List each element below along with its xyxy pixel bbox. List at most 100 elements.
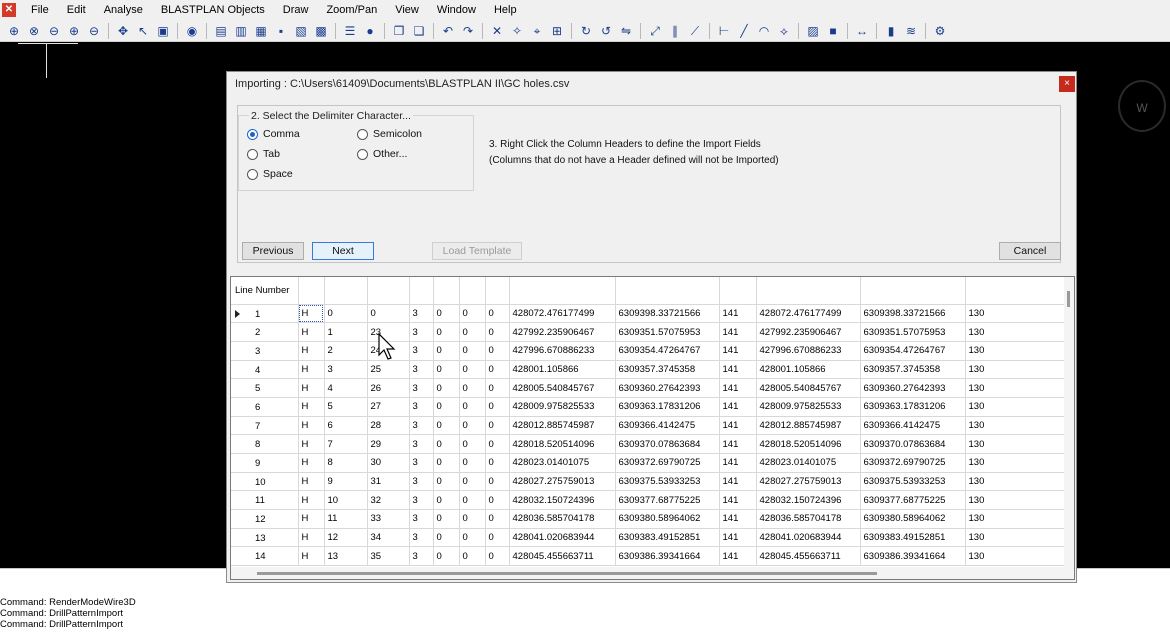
menu-view[interactable]: View	[386, 0, 428, 20]
table-cell[interactable]: 6309386.39341664	[860, 546, 966, 567]
table-cell[interactable]: 141	[719, 490, 757, 511]
table-cell[interactable]: 130	[965, 360, 1065, 380]
table-row[interactable]: 4 H 3 25 3 0 0 0 428001.105866 6309357.3745358 141…	[231, 360, 1065, 380]
zoom-in-icon[interactable]: ⊕	[66, 23, 82, 39]
table-cell[interactable]: 427992.235906467	[509, 322, 616, 342]
table-cell[interactable]: 428045.455663711	[509, 546, 616, 567]
table-cell[interactable]: 130	[965, 378, 1065, 398]
table-cell[interactable]: 0	[433, 509, 460, 529]
table-cell[interactable]: 428005.540845767	[509, 378, 616, 398]
table-row[interactable]: 1 H 0 0 3 0 0 0 428072.476177499 6309398.33721566…	[231, 304, 1065, 324]
table-cell[interactable]: 0	[459, 546, 486, 567]
table-cell[interactable]: 130	[965, 528, 1065, 548]
table-cell[interactable]: 428012.885745987	[509, 416, 616, 436]
row-header[interactable]: 7	[231, 416, 299, 436]
table-cell[interactable]: 29	[367, 434, 410, 454]
mirror-icon[interactable]: ⇋	[618, 23, 634, 39]
table-cell[interactable]: 0	[433, 341, 460, 361]
redo-icon[interactable]: ↷	[460, 23, 476, 39]
box-icon[interactable]: ▣	[155, 23, 171, 39]
save-icon[interactable]: ▪	[273, 23, 289, 39]
offset-icon[interactable]: ∥	[667, 23, 683, 39]
table-row[interactable]: 13 H 12 34 3 0 0 0 428041.020683944 6309383.49152…	[231, 528, 1065, 548]
table-cell[interactable]: 3	[409, 416, 434, 436]
table-cell[interactable]: H	[298, 453, 325, 473]
table-cell[interactable]: 6309366.4142475	[860, 416, 966, 436]
table-row[interactable]: 8 H 7 29 3 0 0 0 428018.520514096 6309370.0786368…	[231, 434, 1065, 454]
table-cell[interactable]: H	[298, 546, 325, 567]
table-cell[interactable]: 130	[965, 509, 1065, 529]
column-header[interactable]	[367, 277, 410, 305]
table-cell[interactable]: 0	[485, 528, 510, 548]
table-cell[interactable]: H	[298, 378, 325, 398]
vertical-scrollbar[interactable]	[1064, 277, 1074, 567]
table-cell[interactable]: 141	[719, 341, 757, 361]
table-cell[interactable]: 130	[965, 322, 1065, 342]
menu-edit[interactable]: Edit	[58, 0, 95, 20]
row-header[interactable]: 13	[231, 528, 299, 548]
table-cell[interactable]: 3	[409, 546, 434, 567]
table-cell[interactable]: 0	[433, 546, 460, 567]
rotate-ccw-icon[interactable]: ↺	[598, 23, 614, 39]
table-cell[interactable]: 0	[459, 416, 486, 436]
app-logo-icon[interactable]: ✕	[2, 3, 16, 17]
copy-icon[interactable]: ❐	[391, 23, 407, 39]
table-cell[interactable]: 0	[324, 304, 368, 324]
pan-icon[interactable]: ✥	[115, 23, 131, 39]
table-cell[interactable]: 428036.585704178	[509, 509, 616, 529]
table-cell[interactable]: 0	[433, 360, 460, 380]
table-cell[interactable]: 0	[459, 341, 486, 361]
table-cell[interactable]: 0	[433, 434, 460, 454]
table-cell[interactable]: 0	[485, 546, 510, 567]
table-cell[interactable]: H	[298, 528, 325, 548]
table-cell[interactable]: 141	[719, 397, 757, 417]
table-cell[interactable]: 2	[324, 341, 368, 361]
table-row[interactable]: 14 H 13 35 3 0 0 0 428045.455663711 6309386.39341…	[231, 546, 1065, 567]
load-template-button[interactable]: Load Template	[432, 242, 522, 260]
export-icon[interactable]: ▧	[293, 23, 309, 39]
table-cell[interactable]: 3	[409, 378, 434, 398]
table-cell[interactable]: 3	[324, 360, 368, 380]
table-cell[interactable]: 10	[324, 490, 368, 511]
row-header[interactable]: 2	[231, 322, 299, 342]
table-cell[interactable]: 6309351.57075953	[615, 322, 720, 342]
menu-analyse[interactable]: Analyse	[95, 0, 152, 20]
table-cell[interactable]: 0	[485, 378, 510, 398]
radio-other[interactable]: Other...	[357, 148, 407, 160]
table-cell[interactable]: 11	[324, 509, 368, 529]
table-cell[interactable]: 130	[965, 453, 1065, 473]
radio-comma[interactable]: Comma	[247, 128, 300, 140]
row-header[interactable]: 4	[231, 360, 299, 380]
column-header[interactable]	[485, 277, 510, 305]
column-header[interactable]	[615, 277, 720, 305]
move-icon[interactable]: ✧	[509, 23, 525, 39]
menu-draw[interactable]: Draw	[274, 0, 318, 20]
table-cell[interactable]: 0	[433, 378, 460, 398]
row-header[interactable]: 11	[231, 490, 299, 511]
table-cell[interactable]: 141	[719, 378, 757, 398]
table-cell[interactable]: 6309363.17831206	[615, 397, 720, 417]
menu-help[interactable]: Help	[485, 0, 526, 20]
print-icon[interactable]: ▩	[313, 23, 329, 39]
table-row[interactable]: 10 H 9 31 3 0 0 0 428027.275759013 6309375.539332…	[231, 472, 1065, 492]
table-cell[interactable]: 141	[719, 304, 757, 324]
table-cell[interactable]: 9	[324, 472, 368, 492]
table-cell[interactable]: 141	[719, 360, 757, 380]
table-cell[interactable]: 130	[965, 416, 1065, 436]
table-cell[interactable]: H	[298, 322, 325, 342]
table-cell[interactable]: 13	[324, 546, 368, 567]
table-cell[interactable]: 130	[965, 341, 1065, 361]
table-cell[interactable]: H	[298, 341, 325, 361]
table-cell[interactable]: 0	[485, 490, 510, 511]
table-cell[interactable]: 141	[719, 528, 757, 548]
table-cell[interactable]: 7	[324, 434, 368, 454]
table-cell[interactable]: 34	[367, 528, 410, 548]
table-cell[interactable]: 0	[459, 453, 486, 473]
table-cell[interactable]: 130	[965, 546, 1065, 567]
table-cell[interactable]: 427996.670886233	[756, 341, 861, 361]
table-cell[interactable]: 12	[324, 528, 368, 548]
table-cell[interactable]: 6309380.58964062	[860, 509, 966, 529]
zoom-window-icon[interactable]: ⊗	[26, 23, 42, 39]
table-cell[interactable]: 427996.670886233	[509, 341, 616, 361]
table-cell[interactable]: 6309360.27642393	[615, 378, 720, 398]
